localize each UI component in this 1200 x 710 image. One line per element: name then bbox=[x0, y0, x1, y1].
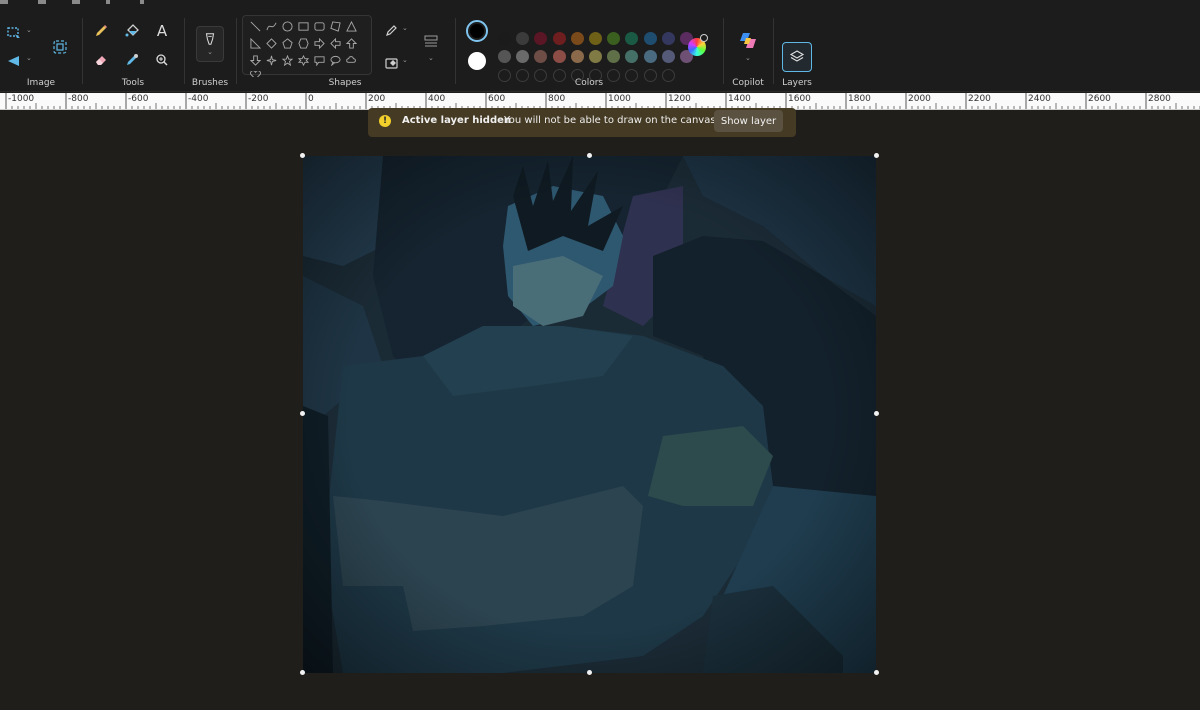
shapes-group: Shapes bbox=[240, 12, 450, 92]
save-icon[interactable] bbox=[38, 0, 46, 4]
redo-icon[interactable] bbox=[140, 0, 144, 4]
shapes-group-label: Shapes bbox=[328, 78, 362, 88]
ruler-label: 600 bbox=[488, 94, 506, 104]
ruler-label: 2000 bbox=[908, 94, 931, 104]
chevron-down-icon[interactable]: ⌄ bbox=[26, 54, 32, 62]
show-layer-button[interactable]: Show layer bbox=[714, 110, 783, 132]
notification-message: You will not be able to draw on the canv… bbox=[504, 115, 716, 126]
brushes-group-label: Brushes bbox=[191, 78, 229, 88]
warning-icon: ! bbox=[379, 115, 391, 127]
color-picker-icon[interactable] bbox=[120, 49, 144, 71]
ruler-label: 200 bbox=[368, 94, 386, 104]
fill-bucket-icon[interactable] bbox=[120, 20, 144, 42]
resize-handle[interactable] bbox=[874, 670, 879, 675]
ruler-label: 1400 bbox=[728, 94, 751, 104]
eraser-icon[interactable] bbox=[89, 49, 113, 71]
ruler-label: -600 bbox=[128, 94, 149, 104]
copilot-group-label: Copilot bbox=[732, 78, 764, 88]
resize-handle[interactable] bbox=[874, 153, 879, 158]
ruler-label: -400 bbox=[188, 94, 209, 104]
resize-handle[interactable] bbox=[874, 411, 879, 416]
drawing-canvas[interactable] bbox=[300, 153, 879, 675]
tools-group: A Tools bbox=[83, 12, 183, 92]
ruler-label: 1600 bbox=[788, 94, 811, 104]
chevron-down-icon: ⌄ bbox=[207, 48, 213, 56]
ruler-label: 1800 bbox=[848, 94, 871, 104]
crop-icon[interactable] bbox=[2, 50, 26, 72]
ruler-label: 400 bbox=[428, 94, 446, 104]
copilot-group: Copilot bbox=[724, 12, 772, 92]
toolbar: ⌄ ⌄ Image A Tools Brushes ⌄ ⌄ ⌄ ⌄ Shapes… bbox=[0, 12, 1200, 92]
new-icon[interactable] bbox=[72, 0, 80, 4]
zoom-icon[interactable] bbox=[150, 49, 174, 71]
title-strip bbox=[0, 0, 1200, 12]
resize-handle[interactable] bbox=[587, 153, 592, 158]
image-group: ⌄ ⌄ Image bbox=[0, 12, 82, 92]
notification-title: Active layer hidden bbox=[402, 115, 512, 126]
menu-icon[interactable] bbox=[0, 0, 8, 4]
chevron-down-icon[interactable]: ⌄ bbox=[26, 26, 32, 34]
ruler-label: 2800 bbox=[1148, 94, 1171, 104]
ruler-label: 2400 bbox=[1028, 94, 1051, 104]
colors-group-label: Colors bbox=[574, 78, 604, 88]
pencil-icon[interactable] bbox=[89, 20, 113, 42]
ruler-label: 800 bbox=[548, 94, 566, 104]
ruler-label: 1000 bbox=[608, 94, 631, 104]
text-tool[interactable]: A bbox=[150, 20, 174, 42]
ruler-label: 1200 bbox=[668, 94, 691, 104]
ruler-label: -200 bbox=[248, 94, 269, 104]
tools-group-label: Tools bbox=[121, 78, 145, 88]
resize-handle[interactable] bbox=[300, 153, 305, 158]
divider bbox=[236, 18, 237, 84]
brush-icon bbox=[205, 33, 215, 45]
canvas-artwork bbox=[303, 156, 876, 673]
select-icon[interactable] bbox=[2, 22, 26, 44]
layers-group-label: Layers bbox=[782, 78, 812, 88]
brush-selector[interactable]: ⌄ bbox=[196, 26, 224, 62]
ruler-label: -1000 bbox=[8, 94, 35, 104]
colors-group: Colors bbox=[456, 12, 722, 92]
image-resize-icon[interactable] bbox=[47, 34, 73, 60]
resize-handle[interactable] bbox=[300, 670, 305, 675]
resize-handle[interactable] bbox=[300, 411, 305, 416]
layers-group: Layers bbox=[774, 12, 820, 92]
ruler-label: -800 bbox=[68, 94, 89, 104]
ruler-label: 0 bbox=[308, 94, 314, 104]
ruler-label: 2200 bbox=[968, 94, 991, 104]
image-group-label: Image bbox=[26, 78, 56, 88]
resize-handle[interactable] bbox=[587, 670, 592, 675]
ruler-label: 2600 bbox=[1088, 94, 1111, 104]
undo-icon[interactable] bbox=[106, 0, 110, 4]
